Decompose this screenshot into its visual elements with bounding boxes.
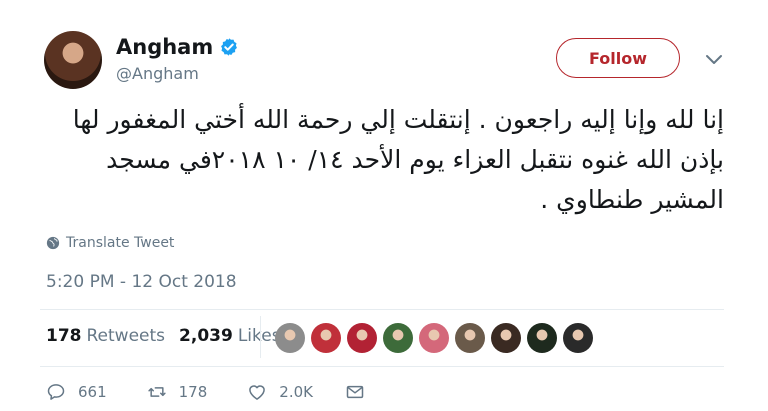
heart-icon xyxy=(249,385,266,400)
tweet-actions: 661 178 2.0K xyxy=(46,382,365,402)
avatar[interactable] xyxy=(44,31,102,89)
retweets-count[interactable]: 178 xyxy=(46,326,82,346)
tweet-stats: 178 Retweets 2,039 Likes xyxy=(46,326,281,346)
like-button[interactable]: 2.0K xyxy=(247,382,313,402)
reply-button[interactable]: 661 xyxy=(46,382,107,402)
user-name[interactable]: Angham xyxy=(116,34,213,60)
mail-icon xyxy=(346,385,364,399)
follow-button[interactable]: Follow xyxy=(556,38,680,78)
likes-count[interactable]: 2,039 xyxy=(179,326,233,346)
divider xyxy=(40,309,724,310)
reply-count: 661 xyxy=(78,383,107,401)
like-count: 2.0K xyxy=(279,383,313,401)
liker-avatar[interactable] xyxy=(527,323,557,353)
user-name-row: Angham xyxy=(116,34,239,60)
liker-avatar[interactable] xyxy=(347,323,377,353)
reply-icon xyxy=(47,384,65,400)
retweet-button[interactable]: 178 xyxy=(147,382,208,402)
liker-avatar[interactable] xyxy=(311,323,341,353)
tweet-timestamp[interactable]: 5:20 PM - 12 Oct 2018 xyxy=(46,272,237,292)
tweet-text: إنا لله وإنا إليه راجعون . إنتقلت إلي رح… xyxy=(72,105,724,214)
liker-avatar[interactable] xyxy=(563,323,593,353)
liker-avatar[interactable] xyxy=(419,323,449,353)
globe-icon xyxy=(46,236,60,250)
translate-label[interactable]: Translate Tweet xyxy=(66,235,174,251)
liker-avatar[interactable] xyxy=(275,323,305,353)
retweets-label[interactable]: Retweets xyxy=(87,326,166,346)
translate-tweet-link[interactable]: Translate Tweet xyxy=(46,235,174,251)
liker-avatar[interactable] xyxy=(383,323,413,353)
stats-separator xyxy=(260,316,261,358)
retweet-count: 178 xyxy=(178,383,208,401)
tweet-card: Angham @Angham Follow إنا لله وإنا إليه … xyxy=(0,0,768,411)
direct-message-button[interactable] xyxy=(345,382,365,402)
liker-avatar[interactable] xyxy=(491,323,521,353)
chevron-down-icon[interactable] xyxy=(704,53,724,67)
liker-avatar[interactable] xyxy=(455,323,485,353)
retweet-icon xyxy=(147,387,166,397)
verified-icon xyxy=(221,38,238,56)
likers-avatars xyxy=(275,323,599,353)
divider xyxy=(40,366,724,367)
user-handle[interactable]: @Angham xyxy=(116,64,199,83)
